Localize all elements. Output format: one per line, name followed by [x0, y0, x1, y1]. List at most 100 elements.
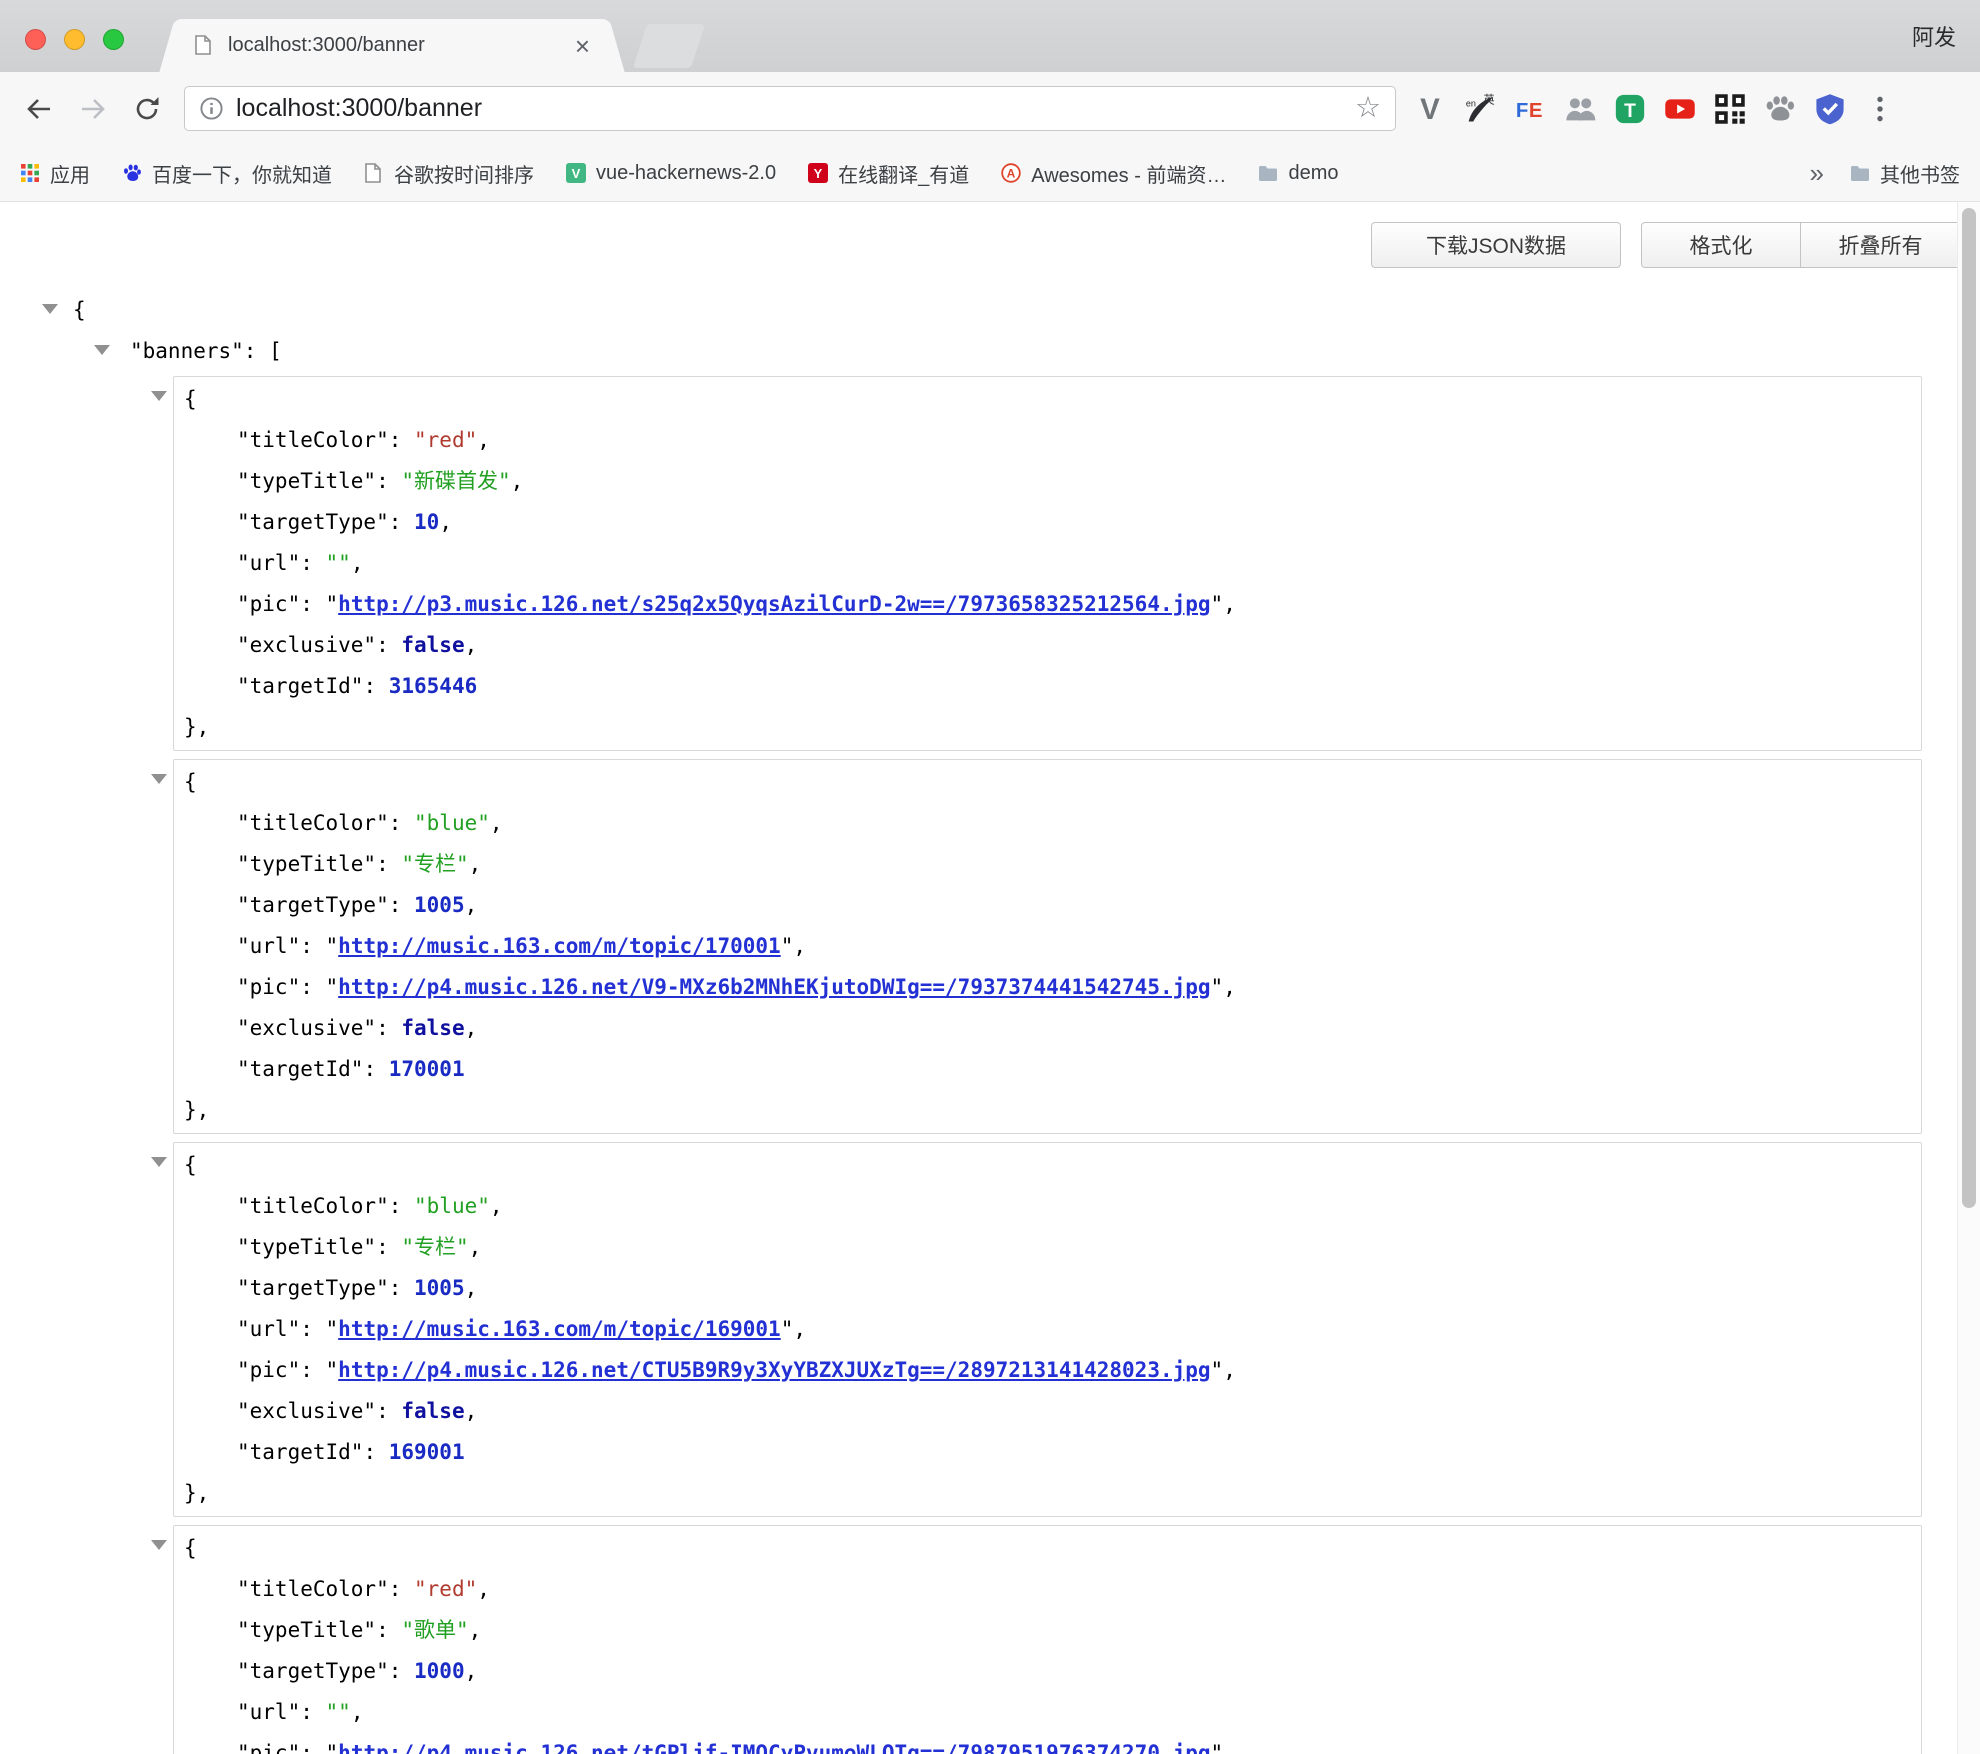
apps-icon: [20, 163, 40, 183]
json-string: "专栏": [401, 1235, 468, 1259]
back-button[interactable]: [12, 82, 66, 136]
json-key: "titleColor": [237, 428, 389, 452]
extension-fehelper-icon[interactable]: F E: [1508, 87, 1551, 130]
json-url-link[interactable]: http://music.163.com/m/topic/170001: [338, 934, 781, 958]
bookmark-item[interactable]: 百度一下，你就知道: [122, 159, 332, 188]
json-property-line: "targetType": 1000,: [174, 1651, 1921, 1692]
json-boolean: false: [401, 1399, 464, 1423]
collapse-triangle-icon[interactable]: [151, 1540, 167, 1550]
json-object-box: {"titleColor": "red","typeTitle": "歌单","…: [173, 1525, 1922, 1754]
json-number: 1005: [414, 1276, 465, 1300]
json-property-line: "targetType": 1005,: [174, 885, 1921, 926]
other-bookmarks-folder[interactable]: 其他书签: [1850, 159, 1960, 188]
new-tab-button[interactable]: [633, 24, 705, 68]
json-close-brace: },: [174, 707, 1921, 748]
json-key: "exclusive": [237, 1399, 376, 1423]
bookmark-item[interactable]: 谷歌按时间排序: [364, 159, 534, 188]
extension-shield-check-icon[interactable]: [1808, 87, 1851, 130]
json-property-line: "url": "http://music.163.com/m/topic/170…: [174, 926, 1921, 967]
json-number: 1005: [414, 893, 465, 917]
json-url-link[interactable]: http://p3.music.126.net/s25q2x5QyqsAzilC…: [338, 592, 1210, 616]
bookmarks-bar: 应用 百度一下，你就知道 谷歌按时间排序 Vvue-hackernews-2.0 Y在线…: [0, 145, 1980, 202]
json-close-brace: },: [174, 1473, 1921, 1514]
svg-text:en: en: [1465, 98, 1475, 108]
json-string: "": [326, 551, 351, 575]
extension-shield-t-icon[interactable]: T: [1608, 87, 1651, 130]
json-key: "titleColor": [237, 1194, 389, 1218]
collapse-triangle-icon[interactable]: [42, 304, 58, 314]
json-object-box: {"titleColor": "red","typeTitle": "新碟首发"…: [173, 376, 1922, 751]
svg-text:V: V: [572, 166, 581, 181]
json-key: "url": [237, 934, 300, 958]
bookmarks-right-group: » 其他书签: [1810, 158, 1960, 189]
json-key: "targetId": [237, 674, 363, 698]
bookmark-item[interactable]: 应用: [20, 159, 90, 188]
json-key: "pic": [237, 1358, 300, 1382]
extension-youtube-icon[interactable]: [1658, 87, 1701, 130]
format-button[interactable]: 格式化: [1641, 222, 1801, 268]
json-key: "titleColor": [237, 1577, 389, 1601]
forward-button[interactable]: [66, 82, 120, 136]
download-json-button[interactable]: 下载JSON数据: [1371, 222, 1621, 268]
bookmark-item[interactable]: AAwesomes - 前端资…: [1001, 159, 1226, 188]
json-property-line: "pic": "http://p3.music.126.net/s25q2x5Q…: [174, 584, 1921, 625]
json-url-link[interactable]: http://p4.music.126.net/tGPljf-IMOCyPvum…: [338, 1741, 1210, 1754]
bookmark-item[interactable]: Y在线翻译_有道: [808, 159, 969, 188]
json-url-link[interactable]: http://music.163.com/m/topic/169001: [338, 1317, 781, 1341]
collapse-triangle-icon[interactable]: [151, 391, 167, 401]
scrollbar[interactable]: [1957, 202, 1980, 1754]
scrollbar-thumb[interactable]: [1962, 208, 1976, 1208]
zoom-window-button[interactable]: [103, 29, 124, 50]
json-open-brace: {: [174, 379, 1921, 420]
json-property-line: "titleColor": "red",: [174, 420, 1921, 461]
page-info-icon[interactable]: [199, 96, 224, 121]
json-property-line: "targetId": 170001: [174, 1049, 1921, 1090]
json-open-brace: {: [174, 1528, 1921, 1569]
extension-vimium-icon[interactable]: V: [1408, 87, 1451, 130]
collapse-triangle-icon[interactable]: [94, 345, 110, 355]
collapse-all-button[interactable]: 折叠所有: [1801, 222, 1961, 268]
bookmark-item[interactable]: demo: [1258, 162, 1338, 185]
collapse-triangle-icon[interactable]: [151, 774, 167, 784]
json-string: "blue": [414, 1194, 490, 1218]
extensions-area: V 英 en F E: [1408, 87, 1901, 130]
collapse-triangle-icon[interactable]: [151, 1157, 167, 1167]
json-property-line: "titleColor": "blue",: [174, 1186, 1921, 1227]
json-key: "pic": [237, 975, 300, 999]
address-bar[interactable]: localhost:3000/banner ☆: [184, 86, 1396, 131]
json-url-link[interactable]: http://p4.music.126.net/CTU5B9R9y3XyYBZX…: [338, 1358, 1210, 1382]
bookmark-star-icon[interactable]: ☆: [1355, 94, 1381, 123]
json-key: "banners": [130, 339, 244, 363]
extension-translate-icon[interactable]: 英 en: [1458, 87, 1501, 130]
bookmarks-overflow-chevron[interactable]: »: [1810, 158, 1824, 189]
tab-close-icon[interactable]: ×: [575, 33, 590, 59]
json-key: "targetId": [237, 1440, 363, 1464]
close-window-button[interactable]: [25, 29, 46, 50]
browser-tab[interactable]: localhost:3000/banner ×: [178, 19, 606, 72]
json-boolean: false: [401, 1016, 464, 1040]
json-property-line: "typeTitle": "专栏",: [174, 844, 1921, 885]
json-string: "red": [414, 428, 477, 452]
bookmark-label: vue-hackernews-2.0: [596, 162, 776, 185]
extension-qrcode-icon[interactable]: [1708, 87, 1751, 130]
svg-text:F: F: [1515, 99, 1527, 121]
json-key: "url": [237, 551, 300, 575]
tab-strip: localhost:3000/banner × 阿发: [0, 0, 1980, 72]
json-number: 3165446: [389, 674, 478, 698]
page-icon: [364, 163, 384, 183]
reload-button[interactable]: [120, 82, 174, 136]
json-property-line: "url": "",: [174, 1692, 1921, 1733]
bookmark-label: demo: [1288, 162, 1338, 185]
minimize-window-button[interactable]: [64, 29, 85, 50]
svg-text:英: 英: [1483, 92, 1494, 106]
json-url-link[interactable]: http://p4.music.126.net/V9-MXz6b2MNhEKju…: [338, 975, 1210, 999]
json-key: "targetType": [237, 893, 389, 917]
json-key: "targetType": [237, 510, 389, 534]
extension-organization-icon[interactable]: [1558, 87, 1601, 130]
json-boolean: false: [401, 633, 464, 657]
json-property-line: "typeTitle": "专栏",: [174, 1227, 1921, 1268]
extension-paw-icon[interactable]: [1758, 87, 1801, 130]
bookmark-item[interactable]: Vvue-hackernews-2.0: [566, 162, 776, 185]
svg-text:A: A: [1007, 167, 1016, 181]
browser-menu-icon[interactable]: [1858, 87, 1901, 130]
